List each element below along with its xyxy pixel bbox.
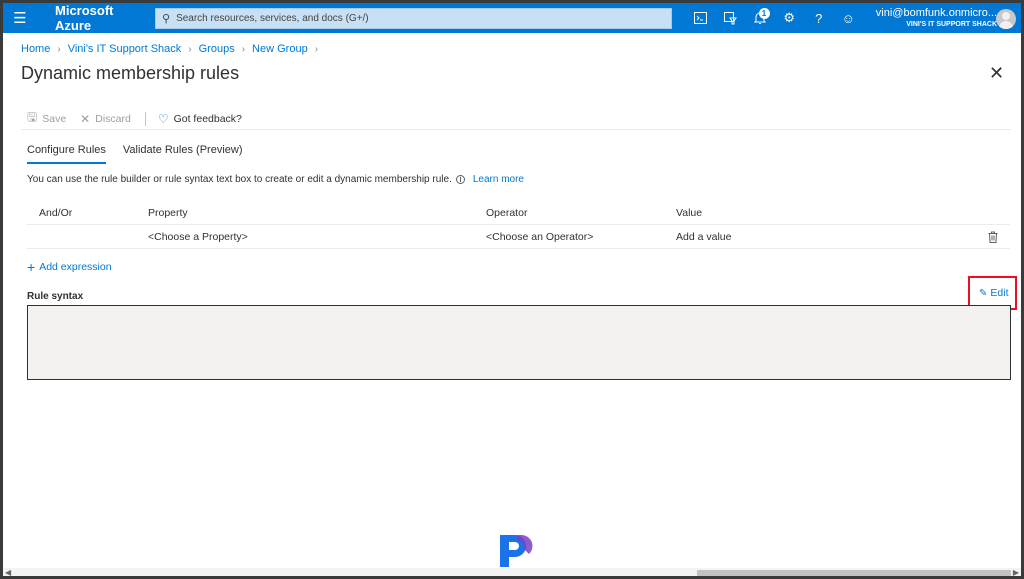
notifications-icon[interactable]: 1 [745,3,775,33]
search-icon: ⚲ [162,12,170,25]
directory-filter-icon[interactable] [716,3,746,33]
operator-select[interactable]: <Choose an Operator> [486,231,676,243]
discard-label: Discard [95,113,131,125]
tab-configure-rules[interactable]: Configure Rules [27,144,106,164]
settings-gear-icon[interactable]: ⚙ [775,3,805,33]
property-select[interactable]: <Choose a Property> [148,231,486,243]
feedback-label: Got feedback? [174,113,242,125]
search-placeholder: Search resources, services, and docs (G+… [176,13,369,24]
breadcrumb-tenant[interactable]: Vini's IT Support Shack [68,43,182,55]
divider [21,129,1011,130]
column-header-operator: Operator [486,207,676,219]
column-header-value: Value [676,207,976,219]
discard-icon: ✕ [80,112,90,126]
search-input[interactable]: ⚲ Search resources, services, and docs (… [155,8,672,29]
avatar[interactable] [996,9,1016,29]
heart-icon: ♡ [158,112,169,126]
breadcrumb-groups[interactable]: Groups [199,43,235,55]
column-header-property: Property [148,207,486,219]
tab-validate-rules[interactable]: Validate Rules (Preview) [123,144,243,164]
top-bar: ☰ Microsoft Azure ⚲ Search resources, se… [3,3,1021,33]
watermark-logo [497,532,533,570]
learn-more-link[interactable]: Learn more [473,174,524,185]
close-icon[interactable]: ✕ [989,63,1004,84]
brand-title[interactable]: Microsoft Azure [37,3,149,33]
edit-label: Edit [990,287,1008,299]
plus-icon: + [27,259,35,275]
discard-button[interactable]: ✕ Discard [80,112,131,126]
add-expression-button[interactable]: + Add expression [27,259,112,275]
account-email: vini@bomfunk.onmicro... [869,7,997,20]
delete-icon[interactable] [976,231,1010,243]
description-text: You can use the rule builder or rule syn… [27,174,452,185]
command-divider [145,112,146,126]
table-row: <Choose a Property> <Choose an Operator>… [27,225,1010,249]
edit-button[interactable]: ✎ Edit [979,287,1008,299]
info-icon[interactable]: i [456,175,465,184]
feedback-button[interactable]: ♡ Got feedback? [158,112,242,126]
scroll-right-icon[interactable]: ▶ [1013,568,1019,577]
page-title: Dynamic membership rules [21,63,239,84]
chevron-right-icon: › [242,44,245,55]
command-bar: 🖫 Save ✕ Discard ♡ Got feedback? [27,108,256,129]
chevron-right-icon: › [315,44,318,55]
app-frame: ☰ Microsoft Azure ⚲ Search resources, se… [0,0,1024,579]
save-button[interactable]: 🖫 Save [27,108,66,129]
rule-syntax-textbox[interactable] [27,305,1011,380]
table-header: And/Or Property Operator Value [27,202,1010,225]
breadcrumb: Home › Vini's IT Support Shack › Groups … [21,43,325,55]
save-icon: 🖫 [27,108,37,129]
description: You can use the rule builder or rule syn… [27,174,524,185]
save-label: Save [42,113,66,125]
breadcrumb-home[interactable]: Home [21,43,50,55]
account-org: VINI'S IT SUPPORT SHACK [869,20,997,30]
horizontal-scrollbar[interactable]: ◀ ▶ [3,568,1021,579]
notification-badge: 1 [759,8,770,19]
scroll-left-icon[interactable]: ◀ [5,568,11,577]
scrollbar-thumb[interactable] [697,570,1011,577]
column-header-and-or: And/Or [27,207,148,219]
top-bar-icons: 1 ⚙ ? ☺ [686,3,863,33]
tab-bar: Configure Rules Validate Rules (Preview) [27,144,260,164]
cloud-shell-icon[interactable] [686,3,716,33]
add-expression-label: Add expression [39,261,111,273]
breadcrumb-new-group[interactable]: New Group [252,43,308,55]
chevron-right-icon: › [57,44,60,55]
rule-syntax-label: Rule syntax [27,291,83,302]
help-icon[interactable]: ? [804,3,834,33]
pencil-icon: ✎ [979,288,987,299]
menu-icon[interactable]: ☰ [3,3,37,33]
rules-table: And/Or Property Operator Value <Choose a… [27,202,1010,249]
feedback-smiley-icon[interactable]: ☺ [834,3,864,33]
value-input[interactable]: Add a value [676,231,976,243]
chevron-right-icon: › [188,44,191,55]
account-menu[interactable]: vini@bomfunk.onmicro... VINI'S IT SUPPOR… [869,7,997,30]
